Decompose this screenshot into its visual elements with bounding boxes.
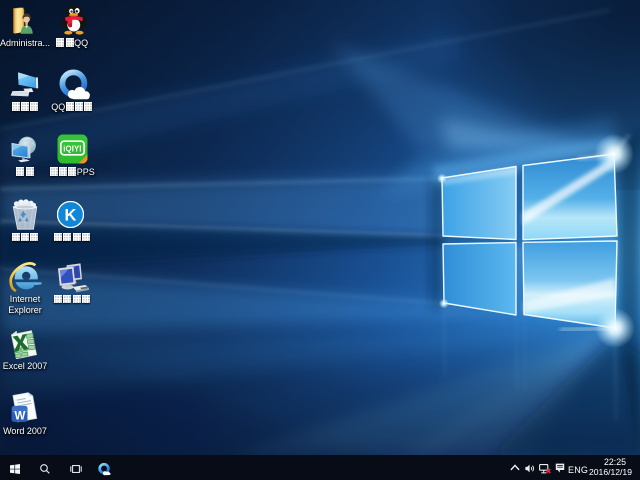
svg-text:K: K xyxy=(65,207,77,225)
svg-text:iQIYI: iQIYI xyxy=(63,145,81,154)
svg-text:W: W xyxy=(15,410,26,422)
